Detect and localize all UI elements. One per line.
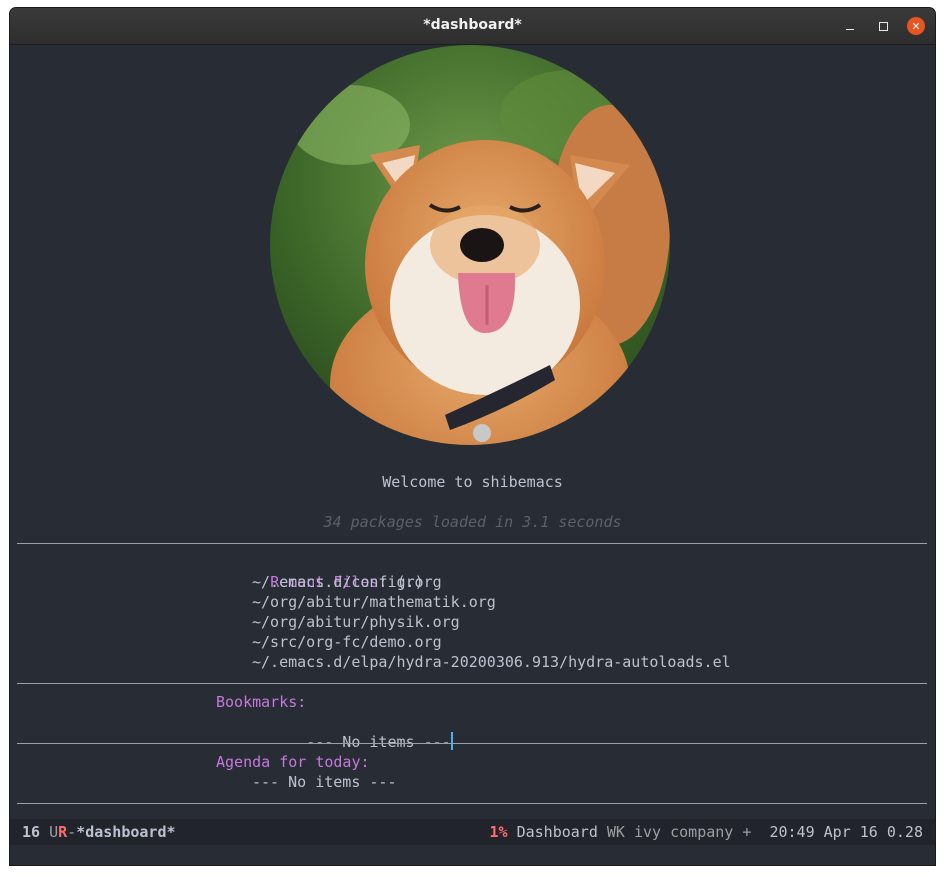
dashboard-buffer[interactable]: Welcome to shibemacs 34 packages loaded … — [10, 45, 935, 865]
minimize-icon — [846, 28, 854, 30]
emacs-window: *dashboard* ✕ Welcome to shibemacs 34 pa… — [10, 8, 935, 865]
clock-time: 20:49 — [769, 823, 815, 841]
text-cursor — [450, 732, 453, 750]
section-divider — [17, 803, 927, 804]
welcome-message: Welcome to shibemacs — [382, 473, 563, 491]
clock-date: Apr 16 — [823, 823, 878, 841]
recent-file-item[interactable]: ~/.emacs.d/elpa/hydra-20200306.913/hydra… — [252, 652, 932, 672]
title-bar[interactable]: *dashboard* ✕ — [10, 8, 935, 45]
recent-file-item[interactable]: ~/org/abitur/mathematik.org — [252, 592, 932, 612]
status-flag-r: R — [58, 823, 68, 841]
mode-line-right: 1% Dashboard WK ivy company + 20:49 Apr … — [490, 819, 924, 845]
status-separator: - — [67, 823, 77, 841]
window-title: *dashboard* — [423, 17, 522, 33]
recent-file-item[interactable]: ~/.emacs.d/config.org — [252, 572, 932, 592]
packages-loaded-info: 34 packages loaded in 3.1 seconds — [323, 513, 622, 531]
recent-file-item[interactable]: ~/src/org-fc/demo.org — [252, 632, 932, 652]
buffer-name: *dashboard* — [76, 823, 176, 841]
shiba-dog-picture — [270, 45, 670, 445]
maximize-button[interactable] — [874, 17, 892, 35]
mode-line: 16 UR-*dashboard* 1% Dashboard WK ivy co… — [10, 819, 935, 845]
bookmarks-empty: --- No items --- — [306, 733, 451, 751]
line-count: 16 — [22, 823, 41, 841]
mode-line-left: 16 UR-*dashboard* — [22, 819, 176, 845]
maximize-icon — [878, 21, 888, 31]
major-mode[interactable]: Dashboard — [517, 823, 598, 841]
bookmarks-heading[interactable]: Bookmarks: — [216, 692, 916, 712]
close-icon: ✕ — [911, 19, 921, 33]
agenda-heading[interactable]: Agenda for today: — [216, 752, 916, 772]
minimize-button[interactable] — [841, 17, 859, 35]
shiba-banner-image — [270, 45, 670, 445]
section-divider — [17, 743, 927, 744]
agenda-empty: --- No items --- — [252, 773, 397, 791]
section-divider — [17, 683, 927, 684]
minor-modes[interactable]: WK ivy company + — [607, 823, 752, 841]
system-load: 0.28 — [886, 823, 923, 841]
section-divider — [17, 543, 927, 544]
recent-file-item[interactable]: ~/org/abitur/physik.org — [252, 612, 932, 632]
status-flag-u: U — [49, 823, 59, 841]
close-button[interactable]: ✕ — [907, 17, 925, 35]
buffer-position: 1% — [489, 823, 508, 841]
